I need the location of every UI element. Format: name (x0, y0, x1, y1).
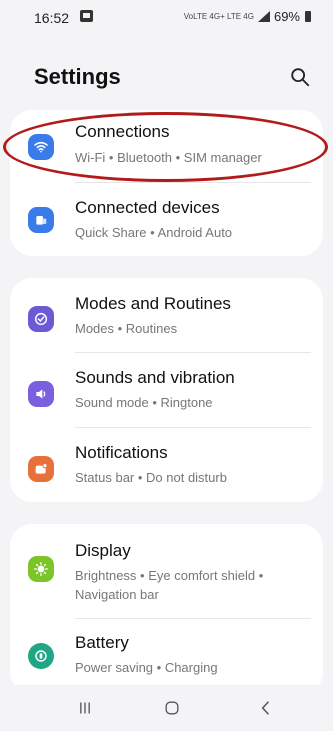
settings-group-3: Display Brightness • Eye comfort shield … (10, 524, 323, 694)
settings-group-1: Connections Wi-Fi • Bluetooth • SIM mana… (10, 110, 323, 256)
display-item[interactable]: Display Brightness • Eye comfort shield … (10, 524, 323, 618)
sounds-subtitle: Sound mode • Ringtone (75, 395, 213, 410)
status-right: VoLTE 4G+ LTE 4G 69% (184, 9, 311, 24)
sounds-title: Sounds and vibration (75, 368, 235, 387)
modes-title: Modes and Routines (75, 294, 231, 313)
signal-icon (257, 11, 270, 22)
check-circle-icon (28, 306, 54, 332)
page-title: Settings (34, 64, 121, 89)
modes-and-routines-item[interactable]: Modes and Routines Modes • Routines (10, 278, 323, 352)
connected-devices-item[interactable]: Connected devices Quick Share • Android … (10, 183, 323, 255)
battery-percent: 69% (273, 9, 300, 24)
display-subtitle-line2: Navigation bar (75, 587, 159, 602)
navigation-bar (0, 685, 333, 731)
speaker-icon (28, 381, 54, 407)
battery-icon (28, 643, 54, 669)
status-bar: 16:52 VoLTE 4G+ LTE 4G 69% (0, 0, 333, 34)
battery-title: Battery (75, 633, 129, 652)
sun-icon (28, 556, 54, 582)
connections-item[interactable]: Connections Wi-Fi • Bluetooth • SIM mana… (10, 110, 323, 182)
connected-devices-subtitle: Quick Share • Android Auto (75, 225, 233, 240)
status-time: 16:52 (34, 10, 70, 26)
network-indicator: VoLTE 4G+ LTE 4G (183, 12, 254, 21)
battery-subtitle: Power saving • Charging (75, 660, 218, 675)
search-icon[interactable] (289, 66, 311, 88)
devices-icon (28, 207, 54, 233)
gallery-notification-icon (80, 10, 93, 22)
notifications-title: Notifications (75, 443, 168, 462)
notifications-item[interactable]: Notifications Status bar • Do not distur… (10, 428, 323, 502)
display-title: Display (75, 541, 131, 560)
notification-icon (28, 456, 54, 482)
notifications-subtitle: Status bar • Do not disturb (75, 470, 227, 485)
display-subtitle-line1: Brightness • Eye comfort shield • (75, 568, 264, 583)
home-icon[interactable] (157, 695, 187, 721)
recent-apps-icon[interactable] (70, 695, 100, 721)
connections-title: Connections (75, 122, 170, 141)
wifi-icon (28, 134, 54, 160)
modes-subtitle: Modes • Routines (75, 321, 178, 336)
battery-item[interactable]: Battery Power saving • Charging (10, 619, 323, 694)
battery-status-icon (305, 11, 311, 22)
connected-devices-title: Connected devices (75, 198, 220, 217)
settings-group-2: Modes and Routines Modes • Routines Soun… (10, 278, 323, 502)
connections-subtitle: Wi-Fi • Bluetooth • SIM manager (75, 150, 262, 165)
back-icon[interactable] (251, 695, 281, 721)
sounds-and-vibration-item[interactable]: Sounds and vibration Sound mode • Ringto… (10, 353, 323, 427)
